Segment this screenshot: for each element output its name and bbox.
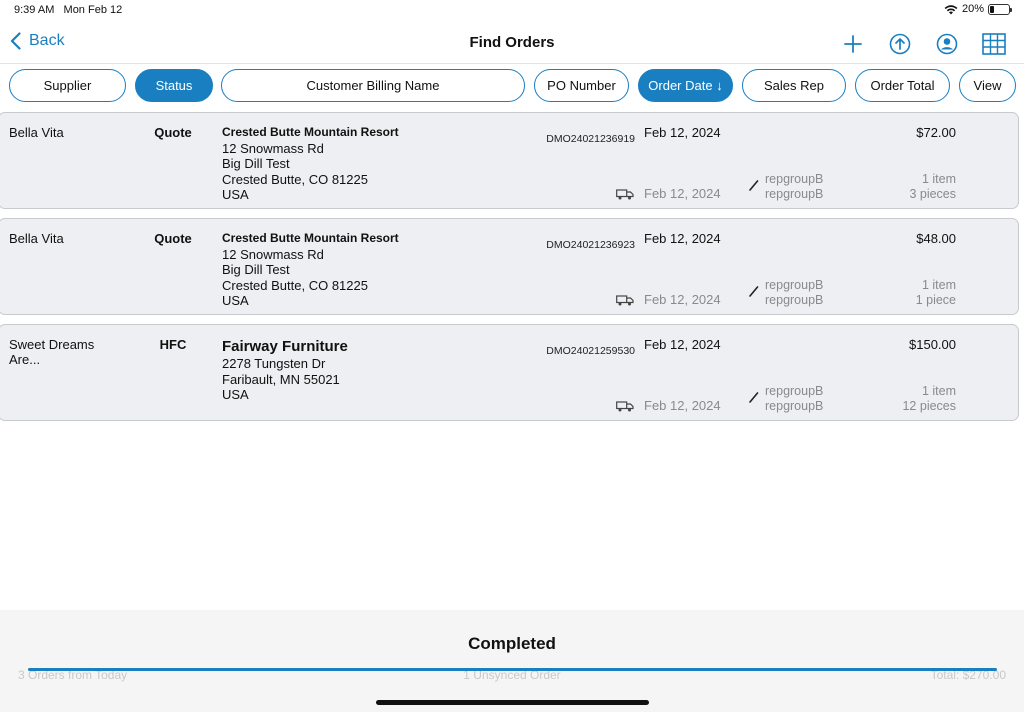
- country: USA: [222, 187, 249, 202]
- battery-percent: 20%: [961, 3, 984, 15]
- piece-count: 1 piece: [915, 293, 956, 307]
- truck-icon: [616, 401, 634, 412]
- city-state-zip: Crested Butte, CO 81225: [222, 171, 368, 187]
- sales-reps: repgroupB repgroupB: [765, 172, 823, 202]
- sort-customer-billing-name-button[interactable]: Customer Billing Name: [221, 69, 525, 102]
- order-quantity: 1 item 1 piece: [916, 278, 956, 308]
- sort-po-number-button[interactable]: PO Number: [534, 69, 629, 102]
- item-count: 1 item: [921, 172, 956, 186]
- po-number: DMO24021236919: [546, 133, 635, 145]
- sort-status-button[interactable]: Status: [135, 69, 213, 102]
- po-number: DMO24021236923: [546, 239, 635, 251]
- order-total: $150.00: [909, 337, 956, 352]
- address-line-1: 12 Snowmass Rd: [222, 140, 324, 156]
- sales-rep-1: repgroupB: [765, 384, 824, 398]
- wifi-icon: [944, 4, 958, 14]
- customer-name: Crested Butte Mountain Resort: [222, 231, 399, 245]
- grid-view-icon[interactable]: [981, 31, 1006, 56]
- sales-reps: repgroupB repgroupB: [765, 384, 823, 414]
- plus-icon[interactable]: [840, 31, 865, 56]
- country: USA: [222, 387, 249, 402]
- city-state-zip: Faribault, MN 55021: [222, 371, 340, 387]
- account-icon[interactable]: [934, 31, 959, 56]
- customer-name: Fairway Furniture: [222, 338, 348, 355]
- order-supplier: Bella Vita: [9, 231, 64, 246]
- address-line-2: Big Dill Test: [222, 156, 290, 171]
- sales-reps: repgroupB repgroupB: [765, 278, 823, 308]
- order-row[interactable]: Sweet Dreams Are... HFC Fairway Furnitur…: [0, 324, 1019, 421]
- ship-date: Feb 12, 2024: [644, 398, 721, 413]
- sort-options: Supplier Status Customer Billing Name PO…: [0, 69, 1024, 103]
- order-supplier: Bella Vita: [9, 125, 64, 140]
- sync-progress-bar: [28, 668, 997, 671]
- order-quantity: 1 item 12 pieces: [902, 384, 956, 414]
- home-indicator[interactable]: [376, 700, 649, 705]
- address-line-1: 12 Snowmass Rd: [222, 246, 324, 262]
- po-number: DMO24021259530: [546, 345, 635, 357]
- sales-rep-1: repgroupB: [765, 172, 824, 186]
- truck-icon: [616, 295, 634, 306]
- status-time: 9:39 AM Mon Feb 12: [14, 4, 123, 16]
- order-supplier: Sweet Dreams Are...: [9, 337, 95, 367]
- ship-date: Feb 12, 2024: [644, 292, 721, 307]
- ship-date: Feb 12, 2024: [644, 186, 721, 201]
- order-quantity: 1 item 3 pieces: [909, 172, 956, 202]
- upload-icon[interactable]: [887, 31, 912, 56]
- order-total: $72.00: [916, 125, 956, 140]
- view-button[interactable]: View: [959, 69, 1016, 102]
- order-billing-address: Crested Butte Mountain Resort 12 Snowmas…: [222, 231, 399, 309]
- order-status: Quote: [154, 125, 192, 140]
- address-line-1: 2278 Tungsten Dr: [222, 356, 326, 371]
- sort-supplier-button[interactable]: Supplier: [9, 69, 126, 102]
- navigation-bar: Back Find Orders: [0, 22, 1024, 64]
- order-status: Quote: [154, 231, 192, 246]
- order-status: HFC: [159, 337, 187, 352]
- status-right: 20%: [944, 3, 1012, 15]
- item-count: 1 item: [921, 384, 956, 398]
- customer-name: Crested Butte Mountain Resort: [222, 125, 399, 139]
- nav-actions: [840, 31, 1006, 56]
- pencil-icon: [749, 392, 759, 403]
- order-total: $48.00: [916, 231, 956, 246]
- sales-rep-2: repgroupB: [765, 293, 824, 307]
- city-state-zip: Crested Butte, CO 81225: [222, 277, 368, 293]
- pencil-icon: [749, 286, 759, 297]
- address-line-2: Big Dill Test: [222, 262, 290, 277]
- order-date: Feb 12, 2024: [644, 125, 721, 140]
- sort-order-date-button[interactable]: Order Date ↓: [638, 69, 733, 102]
- order-billing-address: Fairway Furniture 2278 Tungsten Dr Farib…: [222, 337, 348, 403]
- piece-count: 3 pieces: [909, 187, 956, 201]
- sales-rep-2: repgroupB: [765, 187, 824, 201]
- status-bar: 9:39 AM Mon Feb 12 20%: [0, 0, 1024, 22]
- sales-rep-1: repgroupB: [765, 278, 824, 292]
- order-date: Feb 12, 2024: [644, 231, 721, 246]
- piece-count: 12 pieces: [902, 399, 956, 413]
- truck-icon: [616, 189, 634, 200]
- order-row[interactable]: Bella Vita Quote Crested Butte Mountain …: [0, 112, 1019, 209]
- battery-icon: [988, 3, 1012, 15]
- sort-order-total-button[interactable]: Order Total: [855, 69, 950, 102]
- completed-label: Completed: [468, 634, 556, 653]
- sales-rep-2: repgroupB: [765, 399, 824, 413]
- pencil-icon: [749, 180, 759, 191]
- country: USA: [222, 293, 249, 308]
- order-row[interactable]: Bella Vita Quote Crested Butte Mountain …: [0, 218, 1019, 315]
- sort-sales-rep-button[interactable]: Sales Rep: [742, 69, 846, 102]
- sync-status-panel: 3 Orders from Today 1 Unsynced Order Tot…: [0, 610, 1024, 712]
- order-billing-address: Crested Butte Mountain Resort 12 Snowmas…: [222, 125, 399, 203]
- item-count: 1 item: [921, 278, 956, 292]
- order-date: Feb 12, 2024: [644, 337, 721, 352]
